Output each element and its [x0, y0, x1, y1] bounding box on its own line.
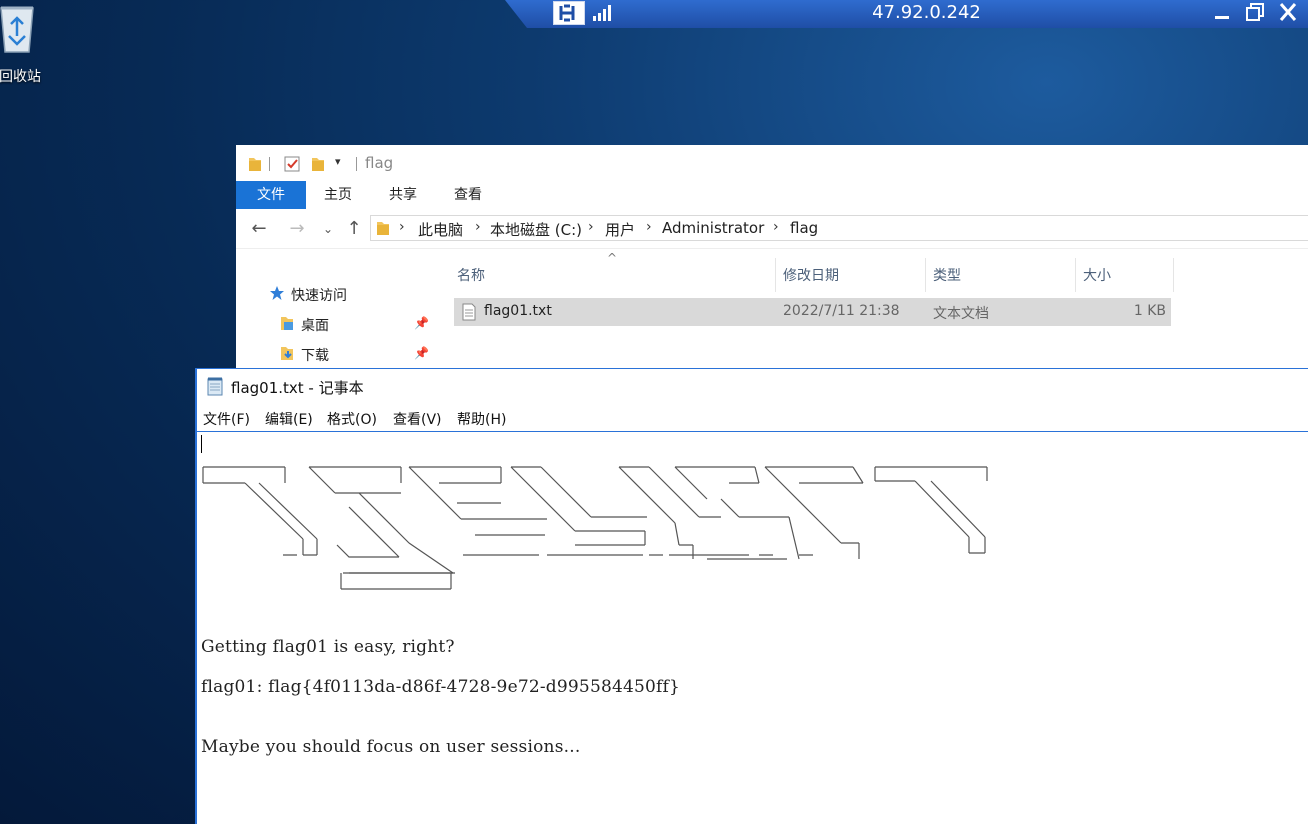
text-line-1: Getting flag01 is easy, right?: [201, 637, 455, 657]
menu-edit[interactable]: 编辑(E): [265, 409, 313, 429]
notepad-text-area[interactable]: Getting flag01 is easy, right? flag01: f…: [199, 433, 1308, 824]
file-modified: 2022/7/11 21:38: [783, 303, 900, 319]
file-explorer-window: ▾ flag 文件 主页 共享 查看 ← → ⌄ ↑ › 此电脑 › 本地磁盘 …: [236, 145, 1308, 380]
new-folder-icon[interactable]: [311, 156, 325, 176]
column-divider[interactable]: [1173, 258, 1174, 292]
recycle-bin-shortcut[interactable]: 回收站: [0, 2, 52, 86]
ascii-art-banner: [202, 466, 988, 590]
pin-icon[interactable]: 📌: [414, 316, 429, 330]
breadcrumb-chevron-icon[interactable]: ›: [399, 219, 405, 235]
notepad-title-bar: flag01.txt - 记事本: [197, 369, 1308, 405]
breadcrumb-chevron-icon[interactable]: ›: [773, 219, 779, 235]
download-folder-icon: [280, 345, 294, 365]
toolbar-divider: [356, 157, 357, 171]
file-type: 文本文档: [933, 306, 989, 322]
column-divider[interactable]: [775, 258, 776, 292]
restore-icon[interactable]: [1240, 0, 1270, 26]
text-file-icon: [462, 303, 476, 325]
tab-share[interactable]: 共享: [379, 181, 427, 209]
quick-access-toolbar: ▾ flag: [236, 145, 1308, 181]
column-divider[interactable]: [925, 258, 926, 292]
notepad-icon: [206, 376, 224, 396]
notepad-title: flag01.txt - 记事本: [231, 379, 364, 397]
breadcrumb-flag[interactable]: flag: [790, 219, 818, 237]
toolbar-divider: [269, 157, 270, 171]
navigation-bar: ← → ⌄ ↑ › 此电脑 › 本地磁盘 (C:) › 用户 › Adminis…: [236, 209, 1308, 249]
address-bar[interactable]: › 此电脑 › 本地磁盘 (C:) › 用户 › Administrator ›…: [370, 215, 1308, 241]
up-arrow-icon[interactable]: ↑: [343, 218, 365, 240]
properties-check-icon[interactable]: [284, 156, 300, 176]
sidebar-item-quick-access[interactable]: 快速访问: [291, 285, 347, 305]
back-arrow-icon[interactable]: ←: [248, 218, 270, 240]
recycle-bin-label: 回收站: [0, 69, 41, 85]
breadcrumb-this-pc[interactable]: 此电脑: [418, 219, 463, 240]
column-divider[interactable]: [1075, 258, 1076, 292]
notepad-window: flag01.txt - 记事本 文件(F) 编辑(E) 格式(O) 查看(V)…: [195, 368, 1308, 824]
breadcrumb-chevron-icon[interactable]: ›: [646, 219, 652, 235]
breadcrumb-users[interactable]: 用户: [605, 219, 635, 240]
file-name[interactable]: flag01.txt: [484, 303, 552, 319]
tab-view[interactable]: 查看: [444, 181, 492, 209]
file-size: 1 KB: [1133, 303, 1166, 319]
column-header-size[interactable]: 大小: [1083, 265, 1111, 285]
breadcrumb-chevron-icon[interactable]: ›: [588, 219, 594, 235]
breadcrumb-local-disk[interactable]: 本地磁盘 (C:): [490, 219, 582, 240]
text-line-3: Maybe you should focus on user sessions.…: [201, 737, 581, 757]
sidebar-item-downloads[interactable]: 下载: [301, 345, 329, 365]
text-line-2: flag01: flag{4f0113da-d86f-4728-9e72-d99…: [201, 677, 681, 697]
sort-ascending-icon: ^: [607, 251, 618, 265]
folder-icon: [248, 156, 262, 176]
star-icon: [269, 285, 285, 305]
folder-icon: [280, 315, 294, 335]
tab-home[interactable]: 主页: [314, 181, 362, 209]
tab-file[interactable]: 文件: [236, 181, 306, 209]
sidebar-item-desktop[interactable]: 桌面: [301, 315, 329, 335]
column-header-modified[interactable]: 修改日期: [783, 265, 839, 285]
forward-arrow-icon[interactable]: →: [286, 218, 308, 240]
recycle-bin-icon: [0, 2, 37, 54]
recent-locations-chevron-down-icon[interactable]: ⌄: [317, 218, 339, 240]
rdp-host-address: 47.92.0.242: [872, 2, 981, 23]
menu-view[interactable]: 查看(V): [393, 409, 442, 429]
folder-icon: [376, 220, 390, 240]
menu-file[interactable]: 文件(F): [203, 409, 250, 429]
menu-help[interactable]: 帮助(H): [457, 409, 506, 429]
breadcrumb-chevron-icon[interactable]: ›: [475, 219, 481, 235]
close-icon[interactable]: [1273, 0, 1303, 26]
window-title: flag: [365, 154, 394, 172]
notepad-menu-bar: 文件(F) 编辑(E) 格式(O) 查看(V) 帮助(H): [197, 405, 1308, 432]
ribbon-tabs: 文件 主页 共享 查看: [236, 181, 1308, 209]
minimize-icon[interactable]: [1207, 0, 1237, 26]
table-row[interactable]: flag01.txt 2022/7/11 21:38 文本文档 1 KB: [454, 298, 1171, 326]
customize-toolbar-dropdown-icon[interactable]: ▾: [335, 155, 341, 168]
rdp-connection-bar: 47.92.0.242: [505, 0, 1308, 28]
column-header-type[interactable]: 类型: [933, 265, 961, 285]
column-header-name[interactable]: 名称: [457, 265, 485, 285]
pin-icon[interactable]: 📌: [414, 346, 429, 360]
menu-format[interactable]: 格式(O): [327, 409, 377, 429]
breadcrumb-administrator[interactable]: Administrator: [662, 219, 764, 237]
navigation-pane: 快速访问 桌面 📌 下载 📌: [236, 255, 436, 380]
